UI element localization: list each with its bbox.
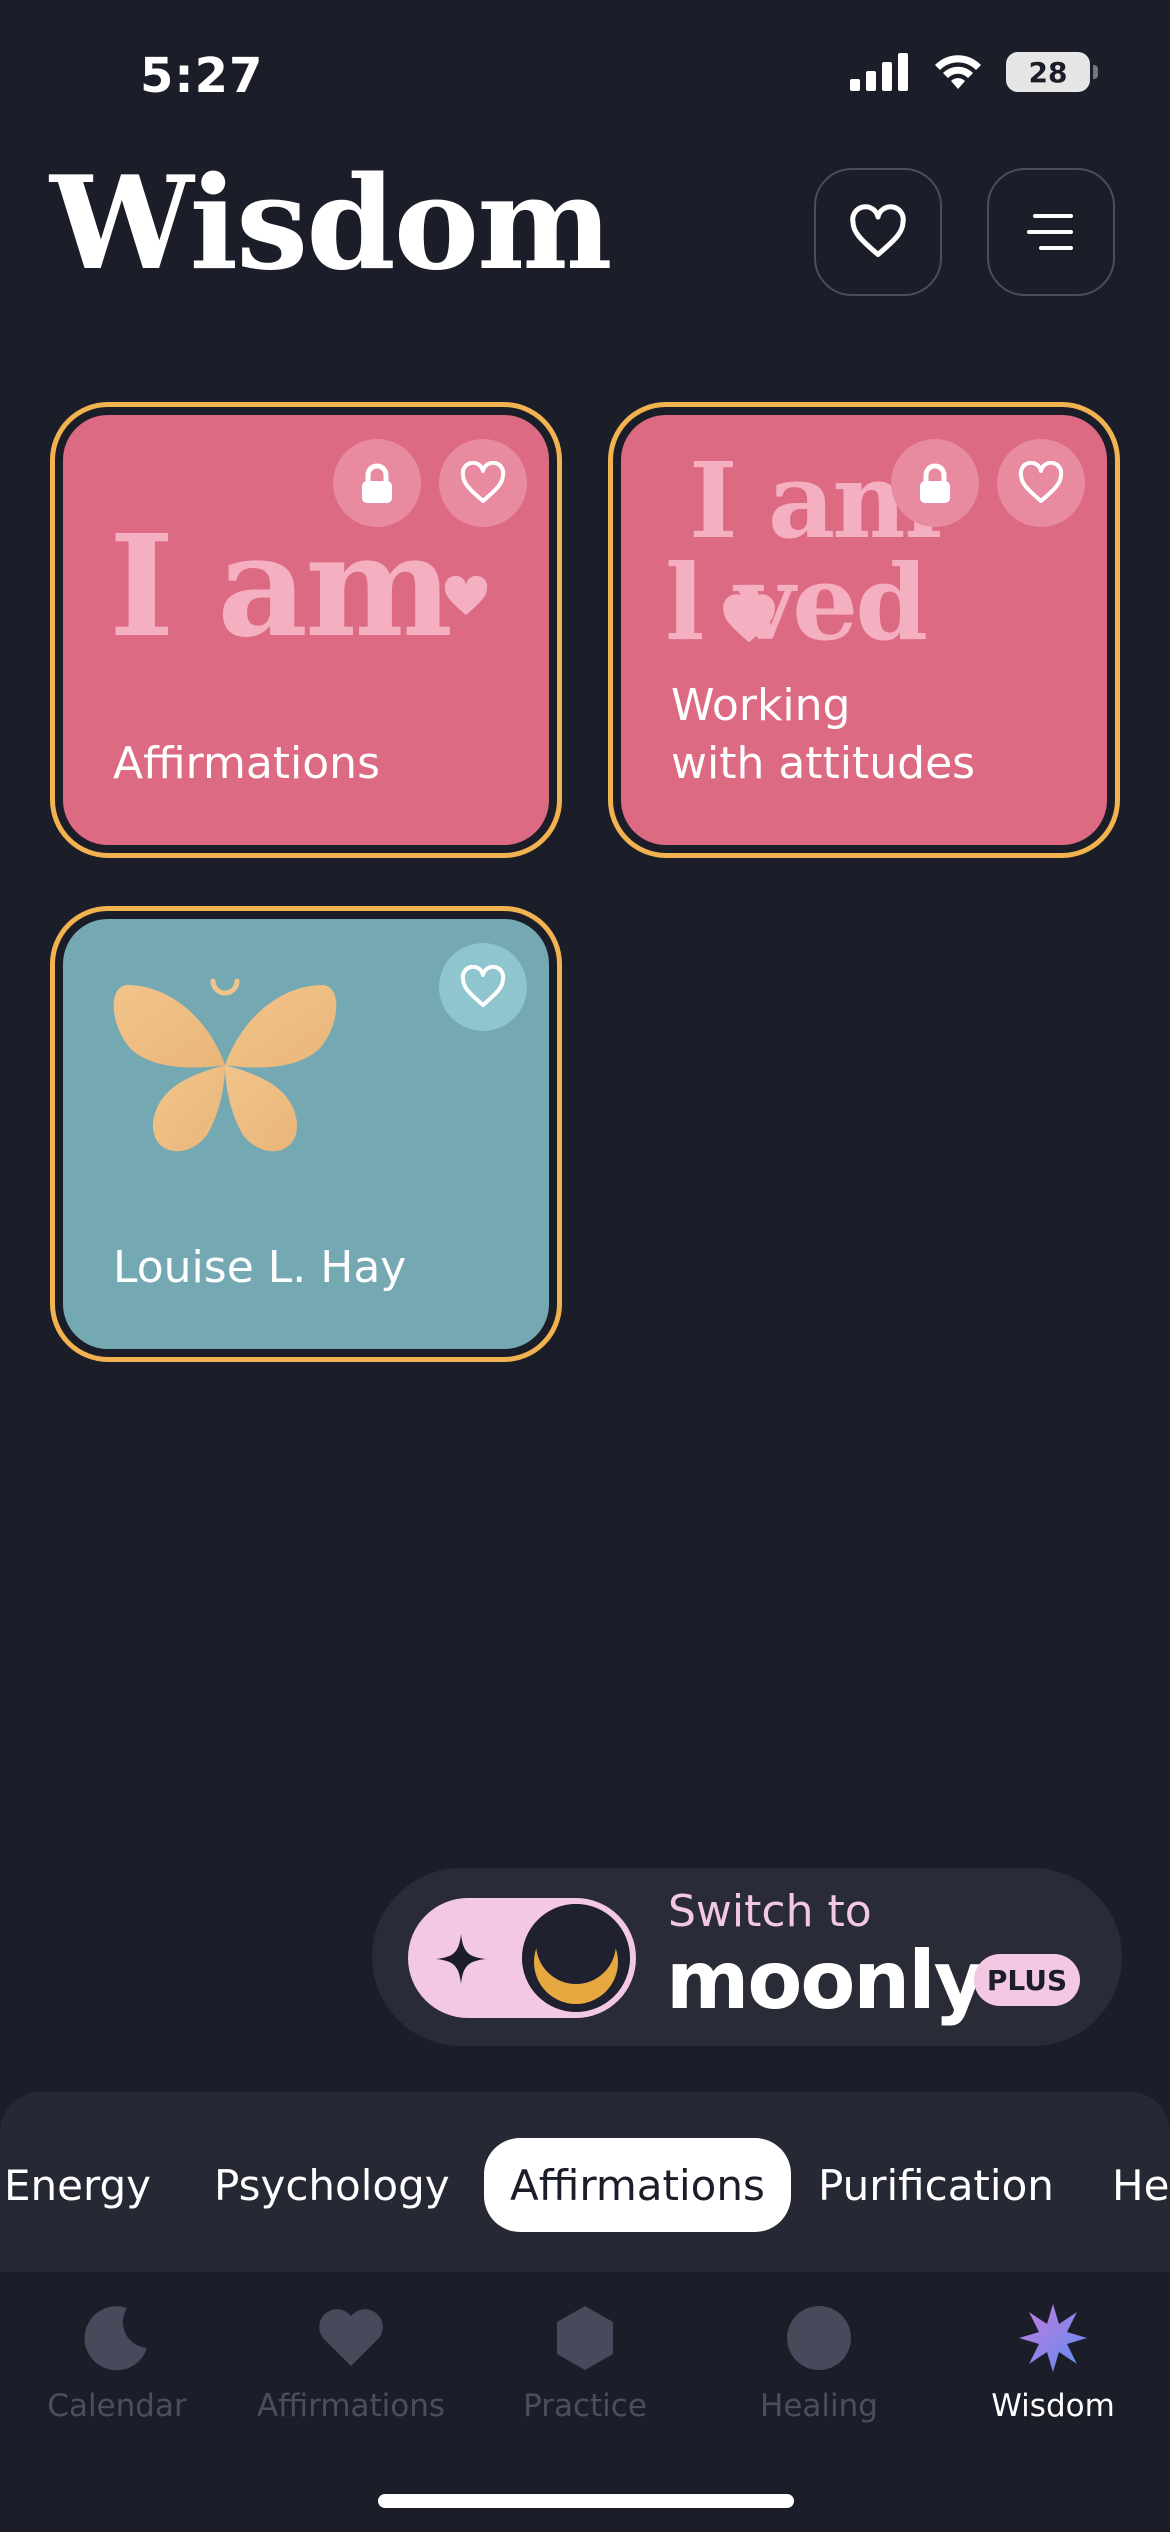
card-art-line2: l ved	[665, 541, 928, 664]
favorite-button[interactable]	[439, 943, 527, 1031]
moonly-toggle[interactable]	[408, 1898, 636, 2018]
category-energy[interactable]: Energy	[4, 2138, 151, 2232]
category-healing[interactable]: Hea	[1112, 2138, 1170, 2232]
butterfly-icon	[113, 978, 337, 1152]
favorites-button[interactable]	[814, 168, 942, 296]
moon-icon	[84, 2306, 147, 2371]
lock-button[interactable]	[333, 439, 421, 527]
card-art-text: I am	[109, 505, 453, 669]
plus-badge: PLUS	[974, 1954, 1080, 2006]
tab-label: Healing	[760, 2388, 878, 2424]
card-affirmations-body: I am Affirmations	[60, 412, 552, 848]
card-louise-hay[interactable]: Louise L. Hay	[50, 906, 562, 1362]
moonly-logo: moonly	[666, 1934, 986, 2027]
page-title: Wisdom	[50, 149, 612, 299]
card-louise-body: Louise L. Hay	[60, 916, 552, 1352]
category-psychology[interactable]: Psychology	[214, 2138, 450, 2232]
card-working-with-attitudes[interactable]: I am l ved Working with attitudes	[608, 402, 1120, 858]
hexagon-icon	[557, 2306, 613, 2370]
tab-healing[interactable]: Healing	[702, 2302, 936, 2424]
category-affirmations[interactable]: Affirmations	[484, 2138, 791, 2232]
menu-icon	[1027, 214, 1073, 250]
tab-label: Affirmations	[256, 2388, 446, 2424]
tab-label: Practice	[523, 2388, 647, 2424]
heart-outline-icon	[460, 461, 506, 503]
battery-level: 28	[1028, 55, 1068, 89]
lock-icon	[362, 463, 392, 503]
card-label-line1: Working	[671, 680, 851, 731]
card-label: Affirmations	[113, 738, 380, 789]
tab-label: Calendar	[47, 2388, 187, 2424]
sparkle-icon	[436, 1934, 486, 1984]
small-heart-icon	[444, 575, 488, 616]
heart-outline-icon	[850, 204, 906, 257]
circle-icon	[787, 2306, 851, 2370]
card-attitudes-body: I am l ved Working with attitudes	[618, 412, 1110, 848]
card-label-line2: with attitudes	[671, 738, 976, 789]
home-indicator	[378, 2494, 794, 2508]
card-affirmations[interactable]: I am Affirmations	[50, 402, 562, 858]
signal-icon	[850, 53, 908, 91]
tab-wisdom[interactable]: Wisdom	[936, 2302, 1170, 2424]
tab-affirmations[interactable]: Affirmations	[234, 2302, 468, 2424]
tab-calendar[interactable]: Calendar	[0, 2302, 234, 2424]
heart-outline-icon	[1018, 461, 1064, 503]
category-purification[interactable]: Purification	[818, 2138, 1054, 2232]
favorite-button[interactable]	[997, 439, 1085, 527]
menu-button[interactable]	[987, 168, 1115, 296]
category-strip[interactable]: Energy Psychology Affirmations Purificat…	[0, 2092, 1170, 2272]
banner-subtitle: Switch to	[668, 1886, 872, 1937]
heart-letter-icon	[723, 594, 775, 643]
tab-practice[interactable]: Practice	[468, 2302, 702, 2424]
battery-icon: 28	[1006, 52, 1098, 92]
lock-button[interactable]	[891, 439, 979, 527]
status-icons: 28	[850, 52, 1098, 92]
star-icon	[1019, 2304, 1087, 2372]
tab-bar: Calendar Affirmations Practice Healing W…	[0, 2272, 1170, 2532]
heart-outline-icon	[460, 965, 506, 1007]
card-label: Louise L. Hay	[113, 1242, 407, 1293]
wifi-icon	[935, 55, 981, 89]
moonly-plus-banner[interactable]: Switch to moonly PLUS	[372, 1868, 1122, 2046]
moon-knob	[522, 1904, 630, 2012]
heart-icon	[319, 2309, 383, 2366]
status-time: 5:27	[140, 48, 264, 104]
tab-label: Wisdom	[991, 2388, 1115, 2424]
favorite-button[interactable]	[439, 439, 527, 527]
crescent-moon-icon	[522, 1904, 630, 2012]
card-label: Working with attitudes	[671, 677, 975, 793]
lock-icon	[920, 463, 950, 503]
